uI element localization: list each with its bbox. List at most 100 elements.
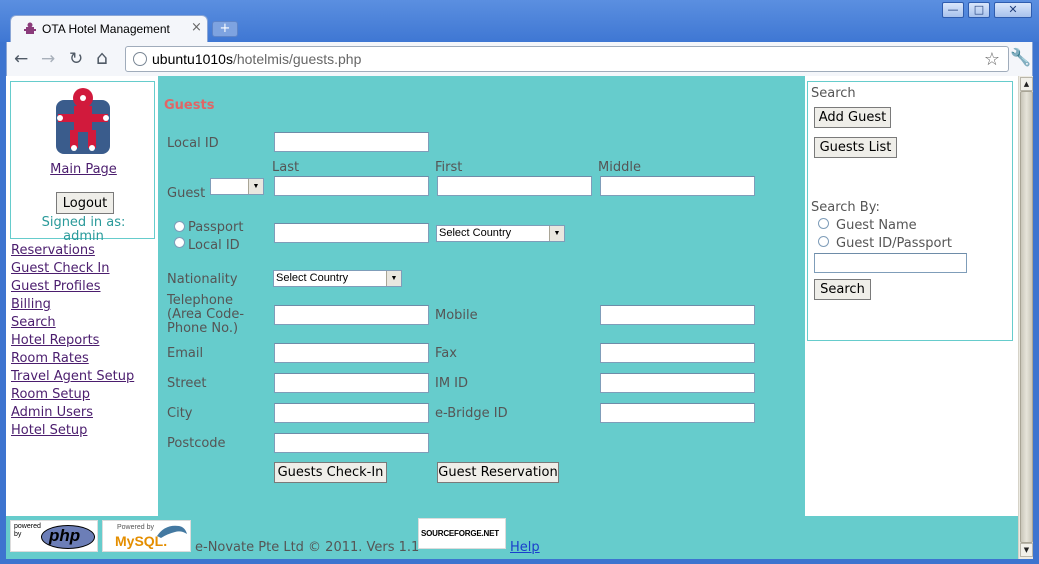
signed-in-info: Signed in as: admin (11, 216, 156, 244)
wrench-icon[interactable]: 🔧 (1010, 48, 1031, 68)
powered-by-mysql-badge[interactable]: Powered by MySQL. (102, 520, 191, 552)
search-button[interactable]: Search (814, 279, 871, 300)
chevron-down-icon: ▼ (248, 179, 263, 194)
guest-id-option-label: Guest ID/Passport (836, 236, 952, 251)
signed-in-label: Signed in as: (41, 215, 126, 230)
help-link[interactable]: Help (510, 540, 540, 555)
dolphin-icon (157, 525, 187, 538)
street-input[interactable] (274, 373, 429, 393)
nationality-label: Nationality (167, 272, 238, 287)
vertical-scrollbar[interactable]: ▲ ▼ (1018, 76, 1033, 559)
sidebar-item-travel-agent-setup[interactable]: Travel Agent Setup (11, 368, 134, 386)
sidebar-item-room-rates[interactable]: Room Rates (11, 350, 134, 368)
street-label: Street (167, 376, 207, 391)
im-id-label: IM ID (435, 376, 469, 391)
guests-check-in-button[interactable]: Guests Check-In (274, 462, 387, 483)
ebridge-id-input[interactable] (600, 403, 755, 423)
guest-label: Guest (167, 186, 206, 201)
back-icon[interactable]: ← (14, 49, 28, 69)
passport-radio[interactable] (174, 221, 185, 232)
php-by-text: by (14, 531, 22, 538)
city-input[interactable] (274, 403, 429, 423)
last-name-input[interactable] (274, 176, 429, 196)
mobile-label: Mobile (435, 308, 478, 323)
guest-form-area: Guests Local ID Last First Middle Guest … (158, 76, 805, 516)
passport-label: Passport (188, 220, 244, 235)
add-guest-button[interactable]: Add Guest (814, 107, 891, 128)
chevron-down-icon: ▼ (386, 271, 401, 286)
page-viewport: Main Page Logout Signed in as: admin Res… (6, 76, 1018, 559)
scroll-down-icon[interactable]: ▼ (1020, 543, 1033, 557)
postcode-label: Postcode (167, 436, 226, 451)
sidebar-item-guest-check-in[interactable]: Guest Check In (11, 260, 134, 278)
local-id-input[interactable] (274, 132, 429, 152)
last-name-label: Last (272, 160, 300, 175)
close-window-button[interactable]: ✕ (994, 2, 1032, 18)
telephone-label: Telephone (Area Code- Phone No.) (167, 293, 245, 336)
mobile-input[interactable] (600, 305, 755, 325)
sidebar-item-search[interactable]: Search (11, 314, 134, 332)
logo-box: Main Page Logout Signed in as: admin (10, 81, 156, 244)
local-id-label: Local ID (167, 136, 219, 151)
bookmark-star-icon[interactable]: ☆ (984, 49, 1000, 70)
middle-name-label: Middle (598, 160, 641, 175)
new-tab-button[interactable]: + (212, 21, 238, 37)
guests-list-button[interactable]: Guests List (814, 137, 897, 158)
sidebar-item-reservations[interactable]: Reservations (11, 242, 134, 260)
hotel-favicon-icon (24, 22, 36, 34)
sidebar-nav: Reservations Guest Check In Guest Profil… (11, 242, 134, 440)
logout-button[interactable]: Logout (56, 192, 114, 214)
first-name-label: First (435, 160, 463, 175)
page-footer: powered by php Powered by MySQL. e-Novat… (6, 516, 1018, 559)
search-input[interactable] (814, 253, 967, 273)
reload-icon[interactable]: ↻ (69, 49, 83, 69)
sidebar-item-hotel-reports[interactable]: Hotel Reports (11, 332, 134, 350)
guest-name-option-label: Guest Name (836, 218, 917, 233)
email-input[interactable] (274, 343, 429, 363)
local-id-radio[interactable] (174, 237, 185, 248)
search-guest-name-radio[interactable] (818, 218, 829, 229)
first-name-input[interactable] (437, 176, 592, 196)
search-panel: Search Add Guest Guests List Search By: … (805, 76, 1018, 516)
fax-input[interactable] (600, 343, 755, 363)
copyright-text: e-Novate Pte Ltd © 2011. Vers 1.1 (195, 540, 420, 555)
sidebar-item-hotel-setup[interactable]: Hotel Setup (11, 422, 134, 440)
hotel-logo-icon (56, 88, 110, 154)
sidebar-item-guest-profiles[interactable]: Guest Profiles (11, 278, 134, 296)
browser-toolbar: ← → ↻ ⌂ ubuntu1010s/hotelmis/guests.php … (6, 42, 1033, 76)
globe-icon (133, 52, 147, 66)
im-id-input[interactable] (600, 373, 755, 393)
scrollbar-thumb[interactable] (1020, 91, 1033, 543)
guest-reservation-button[interactable]: Guest Reservation (437, 462, 559, 483)
issuing-country-select[interactable]: Select Country ▼ (436, 225, 565, 242)
telephone-input[interactable] (274, 305, 429, 325)
search-heading: Search (811, 86, 856, 101)
sidebar-item-admin-users[interactable]: Admin Users (11, 404, 134, 422)
left-sidebar: Main Page Logout Signed in as: admin Res… (6, 76, 158, 516)
main-page-link[interactable]: Main Page (11, 162, 156, 177)
browser-tab[interactable]: OTA Hotel Management × (10, 15, 208, 43)
scroll-up-icon[interactable]: ▲ (1020, 77, 1033, 91)
search-guest-id-radio[interactable] (818, 236, 829, 247)
maximize-button[interactable]: □ (968, 2, 990, 18)
search-by-label: Search By: (811, 200, 880, 215)
sourceforge-badge[interactable]: SOURCEFORGE.NET (418, 518, 506, 549)
ebridge-id-label: e-Bridge ID (435, 406, 508, 421)
fax-label: Fax (435, 346, 457, 361)
sidebar-item-billing[interactable]: Billing (11, 296, 134, 314)
browser-titlebar: OTA Hotel Management × + — □ ✕ (0, 0, 1039, 43)
minimize-button[interactable]: — (942, 2, 964, 18)
city-label: City (167, 406, 193, 421)
address-bar[interactable]: ubuntu1010s/hotelmis/guests.php ☆ (125, 46, 1009, 72)
nationality-select[interactable]: Select Country ▼ (273, 270, 402, 287)
tab-close-icon[interactable]: × (191, 20, 202, 35)
home-icon[interactable]: ⌂ (96, 47, 108, 69)
powered-by-php-badge[interactable]: powered by php (10, 520, 98, 552)
email-label: Email (167, 346, 204, 361)
id-number-input[interactable] (274, 223, 429, 243)
guest-title-select[interactable]: ▼ (210, 178, 264, 195)
sidebar-item-room-setup[interactable]: Room Setup (11, 386, 134, 404)
forward-icon[interactable]: → (41, 49, 55, 69)
postcode-input[interactable] (274, 433, 429, 453)
middle-name-input[interactable] (600, 176, 755, 196)
